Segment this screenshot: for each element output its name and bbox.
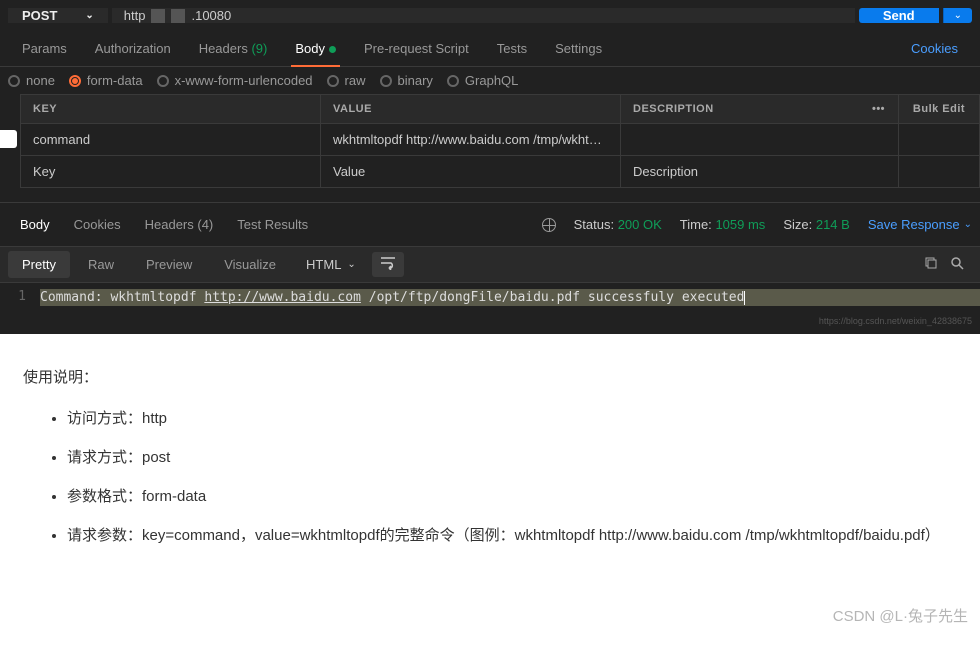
view-visualize[interactable]: Visualize xyxy=(210,251,290,278)
resp-tab-cookies[interactable]: Cookies xyxy=(62,211,133,238)
resp-tab-body[interactable]: Body xyxy=(8,211,62,238)
list-item: 请求参数：key=command，value=wkhtmltopdf的完整命令（… xyxy=(67,522,957,549)
opt-formdata[interactable]: form-data xyxy=(69,73,143,88)
view-pretty[interactable]: Pretty xyxy=(8,251,70,278)
list-item: 请求方式：post xyxy=(67,444,957,471)
tab-authorization[interactable]: Authorization xyxy=(81,31,185,66)
resp-tab-testresults[interactable]: Test Results xyxy=(225,211,320,238)
radio-icon xyxy=(380,75,392,87)
radio-icon xyxy=(447,75,459,87)
chevron-down-icon: ⌄ xyxy=(954,10,962,21)
view-preview[interactable]: Preview xyxy=(132,251,206,278)
cell-value[interactable]: wkhtmltopdf http://www.baidu.com /tmp/wk… xyxy=(321,124,621,155)
cell-desc[interactable] xyxy=(621,124,859,155)
value-input[interactable]: Value xyxy=(321,156,621,187)
response-body[interactable]: 1 Command: wkhtmltopdf http://www.baidu.… xyxy=(0,283,980,312)
response-status: Status: 200 OK Time: 1059 ms Size: 214 B… xyxy=(542,217,972,232)
resp-tab-headers[interactable]: Headers (4) xyxy=(133,211,226,238)
size-block: Size: 214 B xyxy=(783,217,850,232)
table-row-empty: Key Value Description xyxy=(20,156,980,188)
copy-icon[interactable] xyxy=(924,256,938,273)
status-block: Status: 200 OK xyxy=(574,217,662,232)
list-item: 参数格式：form-data xyxy=(67,483,957,510)
opt-raw[interactable]: raw xyxy=(327,73,366,88)
th-key: KEY xyxy=(21,95,321,123)
more-button[interactable]: ••• xyxy=(859,95,899,123)
text-cursor xyxy=(744,291,745,305)
tab-params[interactable]: Params xyxy=(8,31,81,66)
radio-icon xyxy=(157,75,169,87)
viewer-bar: Pretty Raw Preview Visualize HTML ⌄ xyxy=(0,246,980,283)
tab-prerequest[interactable]: Pre-request Script xyxy=(350,31,483,66)
opt-xwww[interactable]: x-www-form-urlencoded xyxy=(157,73,313,88)
opt-none[interactable]: none xyxy=(8,73,55,88)
language-selector[interactable]: HTML ⌄ xyxy=(294,251,368,278)
time-block: Time: 1059 ms xyxy=(680,217,766,232)
url-input[interactable]: http .10080 xyxy=(112,8,855,23)
th-desc: DESCRIPTION xyxy=(621,95,859,123)
modified-dot-icon xyxy=(329,46,336,53)
postman-panel: POST ⌄ http .10080 Send ⌄ Params Authori… xyxy=(0,0,980,334)
cell-key[interactable]: command xyxy=(21,124,321,155)
request-row: POST ⌄ http .10080 Send ⌄ xyxy=(0,0,980,31)
list-item: 访问方式：http xyxy=(67,405,957,432)
search-icon[interactable] xyxy=(950,256,964,273)
redacted-block xyxy=(151,9,165,23)
th-value: VALUE xyxy=(321,95,621,123)
wrap-lines-button[interactable] xyxy=(372,252,404,277)
redacted-block xyxy=(171,9,185,23)
request-tabs: Params Authorization Headers (9) Body Pr… xyxy=(0,31,980,67)
send-button[interactable]: Send xyxy=(859,8,939,23)
bulk-edit-button[interactable]: Bulk Edit xyxy=(899,95,979,123)
watermark: https://blog.csdn.net/weixin_42838675 xyxy=(0,312,980,334)
radio-icon xyxy=(8,75,20,87)
view-raw[interactable]: Raw xyxy=(74,251,128,278)
csdn-watermark: CSDN @L·兔子先生 xyxy=(833,605,968,626)
radio-selected-icon xyxy=(69,75,81,87)
table-row: command wkhtmltopdf http://www.baidu.com… xyxy=(20,124,980,156)
doc-title: 使用说明： xyxy=(23,364,957,391)
documentation: 使用说明： 访问方式：http 请求方式：post 参数格式：form-data… xyxy=(0,334,980,591)
url-prefix: http xyxy=(124,8,146,23)
table-header: KEY VALUE DESCRIPTION ••• Bulk Edit xyxy=(20,94,980,124)
tab-body[interactable]: Body xyxy=(281,31,350,66)
cookies-link[interactable]: Cookies xyxy=(897,31,972,66)
response-tabs: Body Cookies Headers (4) Test Results St… xyxy=(0,202,980,246)
line-content: Command: wkhtmltopdf http://www.baidu.co… xyxy=(40,289,980,306)
tab-headers[interactable]: Headers (9) xyxy=(185,31,282,66)
row-checkbox[interactable] xyxy=(0,130,17,148)
chevron-down-icon: ⌄ xyxy=(347,259,355,270)
desc-input[interactable]: Description xyxy=(621,156,859,187)
globe-icon[interactable] xyxy=(542,218,556,232)
method-label: POST xyxy=(22,8,57,23)
body-type-options: none form-data x-www-form-urlencoded raw… xyxy=(0,67,980,94)
formdata-table: KEY VALUE DESCRIPTION ••• Bulk Edit comm… xyxy=(20,94,980,188)
doc-list: 访问方式：http 请求方式：post 参数格式：form-data 请求参数：… xyxy=(23,405,957,549)
opt-binary[interactable]: binary xyxy=(380,73,433,88)
url-suffix: .10080 xyxy=(191,8,231,23)
key-input[interactable]: Key xyxy=(21,156,321,187)
radio-icon xyxy=(327,75,339,87)
chevron-down-icon: ⌄ xyxy=(964,219,972,230)
save-response-button[interactable]: Save Response ⌄ xyxy=(868,217,972,232)
method-selector[interactable]: POST ⌄ xyxy=(8,8,108,23)
line-number: 1 xyxy=(0,289,40,306)
viewer-actions xyxy=(924,256,972,273)
tab-tests[interactable]: Tests xyxy=(483,31,541,66)
send-dropdown[interactable]: ⌄ xyxy=(943,8,972,23)
chevron-down-icon: ⌄ xyxy=(85,10,93,21)
opt-graphql[interactable]: GraphQL xyxy=(447,73,518,88)
tab-settings[interactable]: Settings xyxy=(541,31,616,66)
code-line: 1 Command: wkhtmltopdf http://www.baidu.… xyxy=(0,289,980,306)
